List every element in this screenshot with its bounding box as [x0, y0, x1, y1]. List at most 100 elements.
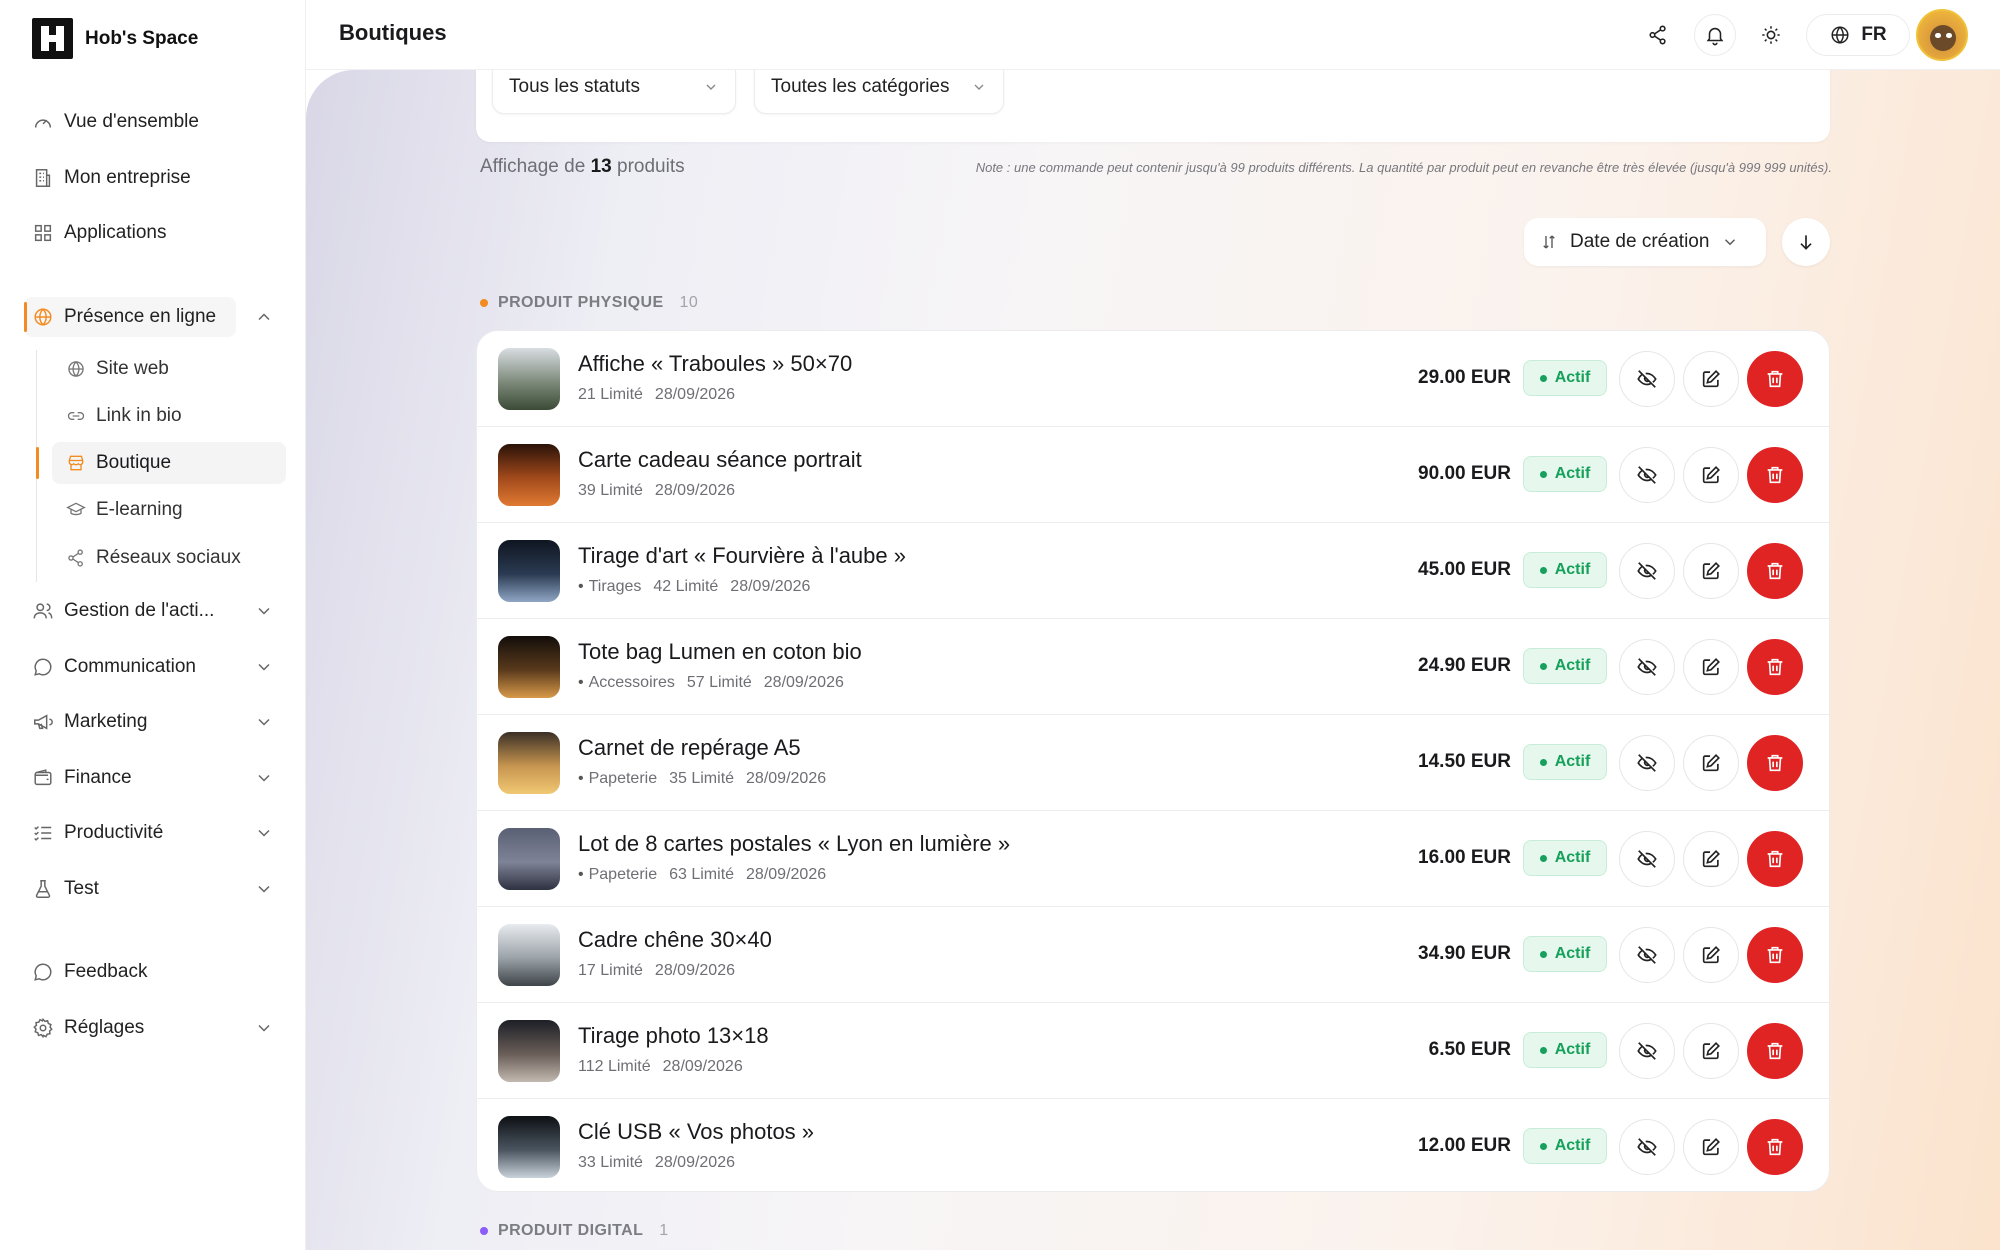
sidebar-subitem-label: Réseaux sociaux: [96, 547, 241, 568]
product-row[interactable]: Tirage photo 13×18 112 Limité 28/09/2026…: [477, 1003, 1829, 1099]
product-row[interactable]: Tirage d'art « Fourvière à l'aube » Tira…: [477, 523, 1829, 619]
edit-button[interactable]: [1683, 639, 1739, 695]
status-filter-select[interactable]: Tous les statuts: [492, 70, 736, 114]
edit-button[interactable]: [1683, 1119, 1739, 1175]
notifications-button[interactable]: [1694, 14, 1736, 56]
edit-button[interactable]: [1683, 543, 1739, 599]
product-date: 28/09/2026: [662, 1058, 743, 1075]
product-row[interactable]: Tote bag Lumen en coton bio Accessoires …: [477, 619, 1829, 715]
order-limit-note: Note : une commande peut contenir jusqu'…: [975, 160, 1832, 175]
chevron-down-icon[interactable]: [254, 879, 274, 899]
brand[interactable]: Hob's Space: [32, 18, 198, 59]
hide-button[interactable]: [1619, 543, 1675, 599]
product-meta: Tirages 42 Limité 28/09/2026: [578, 578, 811, 596]
eye-off-icon: [1637, 1138, 1657, 1156]
product-stock: 21 Limité: [578, 386, 643, 403]
edit-icon: [1702, 946, 1720, 964]
trash-icon: [1767, 658, 1783, 676]
chevron-down-icon[interactable]: [254, 1018, 274, 1038]
sidebar-subitem-website[interactable]: Site web: [66, 354, 169, 384]
hide-button[interactable]: [1619, 831, 1675, 887]
product-row[interactable]: Cadre chêne 30×40 17 Limité 28/09/2026 3…: [477, 907, 1829, 1003]
delete-button[interactable]: [1747, 639, 1803, 695]
hide-button[interactable]: [1619, 1119, 1675, 1175]
share-button[interactable]: [1637, 14, 1679, 56]
chevron-down-icon[interactable]: [254, 823, 274, 843]
store-icon: [68, 455, 84, 471]
sidebar-item-feedback[interactable]: Feedback: [32, 957, 147, 987]
hide-button[interactable]: [1619, 639, 1675, 695]
sidebar-subitem-link-in-bio[interactable]: Link in bio: [66, 401, 182, 431]
delete-button[interactable]: [1747, 447, 1803, 503]
edit-button[interactable]: [1683, 735, 1739, 791]
product-date: 28/09/2026: [654, 962, 735, 979]
chevron-down-icon[interactable]: [254, 712, 274, 732]
avatar[interactable]: [1916, 9, 1968, 61]
delete-button[interactable]: [1747, 927, 1803, 983]
product-row[interactable]: Affiche « Traboules » 50×70 21 Limité 28…: [477, 331, 1829, 427]
status-dot: [1539, 662, 1547, 670]
delete-button[interactable]: [1747, 1119, 1803, 1175]
delete-button[interactable]: [1747, 351, 1803, 407]
chevron-up-icon[interactable]: [254, 307, 274, 327]
status-badge: Actif: [1523, 552, 1607, 588]
sidebar-subitem-boutique[interactable]: Boutique: [66, 448, 171, 478]
edit-button[interactable]: [1683, 351, 1739, 407]
status-badge: Actif: [1523, 456, 1607, 492]
sidebar-item-productivity[interactable]: Productivité: [32, 818, 163, 848]
product-date: 28/09/2026: [746, 866, 827, 883]
product-meta: 39 Limité 28/09/2026: [578, 482, 735, 500]
product-row[interactable]: Carte cadeau séance portrait 39 Limité 2…: [477, 427, 1829, 523]
language-selector[interactable]: FR: [1806, 14, 1910, 56]
product-row[interactable]: Lot de 8 cartes postales « Lyon en lumiè…: [477, 811, 1829, 907]
edit-button[interactable]: [1683, 1023, 1739, 1079]
delete-button[interactable]: [1747, 1023, 1803, 1079]
section-count: 10: [679, 294, 699, 311]
chevron-down-icon[interactable]: [254, 768, 274, 788]
edit-button[interactable]: [1683, 927, 1739, 983]
theme-toggle-button[interactable]: [1750, 14, 1792, 56]
sidebar-item-company[interactable]: Mon entreprise: [32, 163, 191, 193]
product-stock: 42 Limité: [653, 578, 719, 595]
product-date: 28/09/2026: [730, 578, 811, 595]
brand-name: Hob's Space: [85, 27, 199, 49]
hide-button[interactable]: [1619, 447, 1675, 503]
sidebar-item-online-presence[interactable]: Présence en ligne: [32, 302, 216, 332]
sidebar-subitem-e-learning[interactable]: E-learning: [66, 495, 183, 525]
product-row[interactable]: Carnet de repérage A5 Papeterie 35 Limit…: [477, 715, 1829, 811]
avatar-face: [1930, 25, 1956, 51]
delete-button[interactable]: [1747, 831, 1803, 887]
hide-button[interactable]: [1619, 351, 1675, 407]
sidebar-item-communication[interactable]: Communication: [32, 652, 196, 682]
hide-button[interactable]: [1619, 735, 1675, 791]
hide-button[interactable]: [1619, 1023, 1675, 1079]
status-dot: [1539, 374, 1547, 382]
sidebar-item-settings[interactable]: Réglages: [32, 1013, 144, 1043]
sidebar-item-test[interactable]: Test: [32, 874, 99, 904]
delete-button[interactable]: [1747, 543, 1803, 599]
sidebar-item-finance[interactable]: Finance: [32, 763, 132, 793]
chevron-down-icon[interactable]: [254, 657, 274, 677]
sidebar-subitem-social-networks[interactable]: Réseaux sociaux: [66, 543, 241, 573]
building-icon: [35, 169, 51, 187]
product-row[interactable]: Clé USB « Vos photos » 33 Limité 28/09/2…: [477, 1099, 1829, 1191]
sidebar-item-applications[interactable]: Applications: [32, 218, 166, 248]
edit-icon: [1702, 658, 1720, 676]
chevron-down-icon[interactable]: [254, 601, 274, 621]
status-filter-value: Tous les statuts: [509, 76, 640, 97]
avatar-eye: [1935, 33, 1941, 38]
product-thumbnail: [498, 636, 560, 698]
delete-button[interactable]: [1747, 735, 1803, 791]
edit-button[interactable]: [1683, 447, 1739, 503]
edit-button[interactable]: [1683, 831, 1739, 887]
sidebar-item-activity[interactable]: Gestion de l'acti...: [32, 596, 214, 626]
sidebar-item-marketing[interactable]: Marketing: [32, 707, 147, 737]
hide-button[interactable]: [1619, 927, 1675, 983]
sidebar-item-overview[interactable]: Vue d'ensemble: [32, 107, 199, 137]
status-label: Actif: [1554, 657, 1591, 674]
sort-direction-button[interactable]: [1782, 218, 1830, 266]
sort-select[interactable]: Date de création: [1524, 218, 1766, 266]
status-dot: [1539, 950, 1547, 958]
trash-icon: [1767, 370, 1783, 388]
category-filter-select[interactable]: Toutes les catégories: [754, 70, 1004, 114]
